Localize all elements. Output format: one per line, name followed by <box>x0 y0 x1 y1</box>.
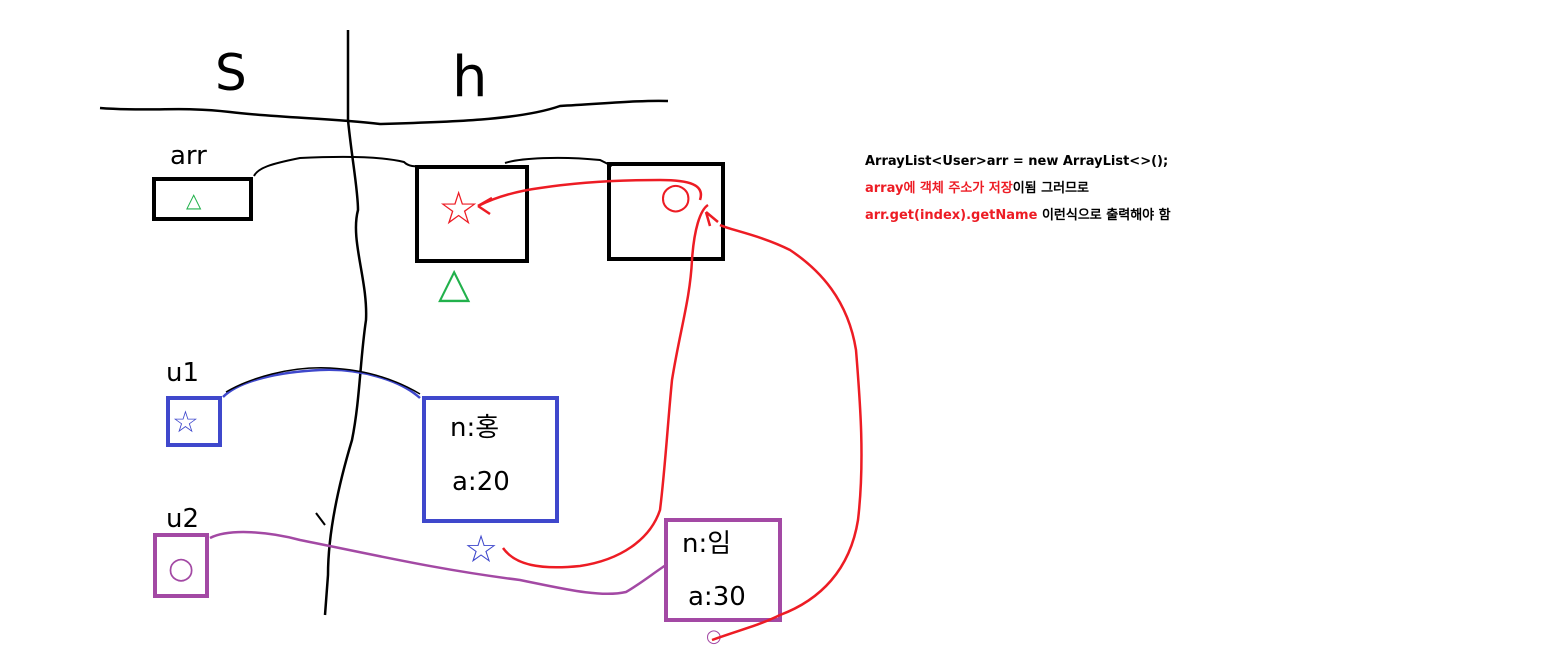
arr-value-mark: △ <box>186 188 202 212</box>
arr-variable-box <box>152 177 253 221</box>
user1-name-field: n:홍 <box>450 413 499 443</box>
divider-tick <box>315 512 326 526</box>
u1-label: u1 <box>166 358 199 388</box>
memory-diagram: S h arr △ ☆ ○ △ u1 ☆ n:홍 a:20 ☆ u2 ○ n:임… <box>99 30 863 647</box>
code-line-text: ArrayList<User>arr = new ArrayList<>(); <box>865 154 1169 169</box>
horizontal-divider <box>99 99 669 126</box>
u2-value-mark: ○ <box>168 551 194 586</box>
explanation-notes: ArrayList<User>arr = new ArrayList<>(); … <box>865 148 1171 229</box>
u2-label: u2 <box>166 504 199 534</box>
array-address-mark: △ <box>438 258 471 307</box>
array-slot-1-value: ☆ <box>438 181 479 235</box>
user1-address-mark: ☆ <box>464 527 498 571</box>
code-line: ArrayList<User>arr = new ArrayList<>(); <box>865 148 1171 175</box>
explanation-line-2-red: arr.get(index).getName <box>865 208 1038 223</box>
slot2-arrowhead <box>704 211 719 227</box>
vertical-divider <box>323 30 368 616</box>
heap-label: h <box>452 45 488 110</box>
u1-reference-line <box>222 368 421 399</box>
slot1-arrowhead <box>477 196 493 216</box>
explanation-line-2: arr.get(index).getName 이런식으로 출력해야 함 <box>865 202 1171 229</box>
explanation-line-1: array에 객체 주소가 저장이됨 그러므로 <box>865 175 1171 202</box>
explanation-line-2-black: 이런식으로 출력해야 함 <box>1037 208 1171 223</box>
user1-age-field: a:20 <box>452 467 510 497</box>
slot2-to-user2-arrow <box>711 223 863 642</box>
arr-label: arr <box>170 141 207 171</box>
user2-name-field: n:임 <box>682 529 731 559</box>
explanation-line-1-black: 이됨 그러므로 <box>1012 181 1089 196</box>
user2-age-field: a:30 <box>688 582 746 612</box>
stack-label: S <box>215 44 247 102</box>
explanation-line-1-red: array에 객체 주소가 저장 <box>865 181 1013 196</box>
u1-value-mark: ☆ <box>172 405 199 440</box>
